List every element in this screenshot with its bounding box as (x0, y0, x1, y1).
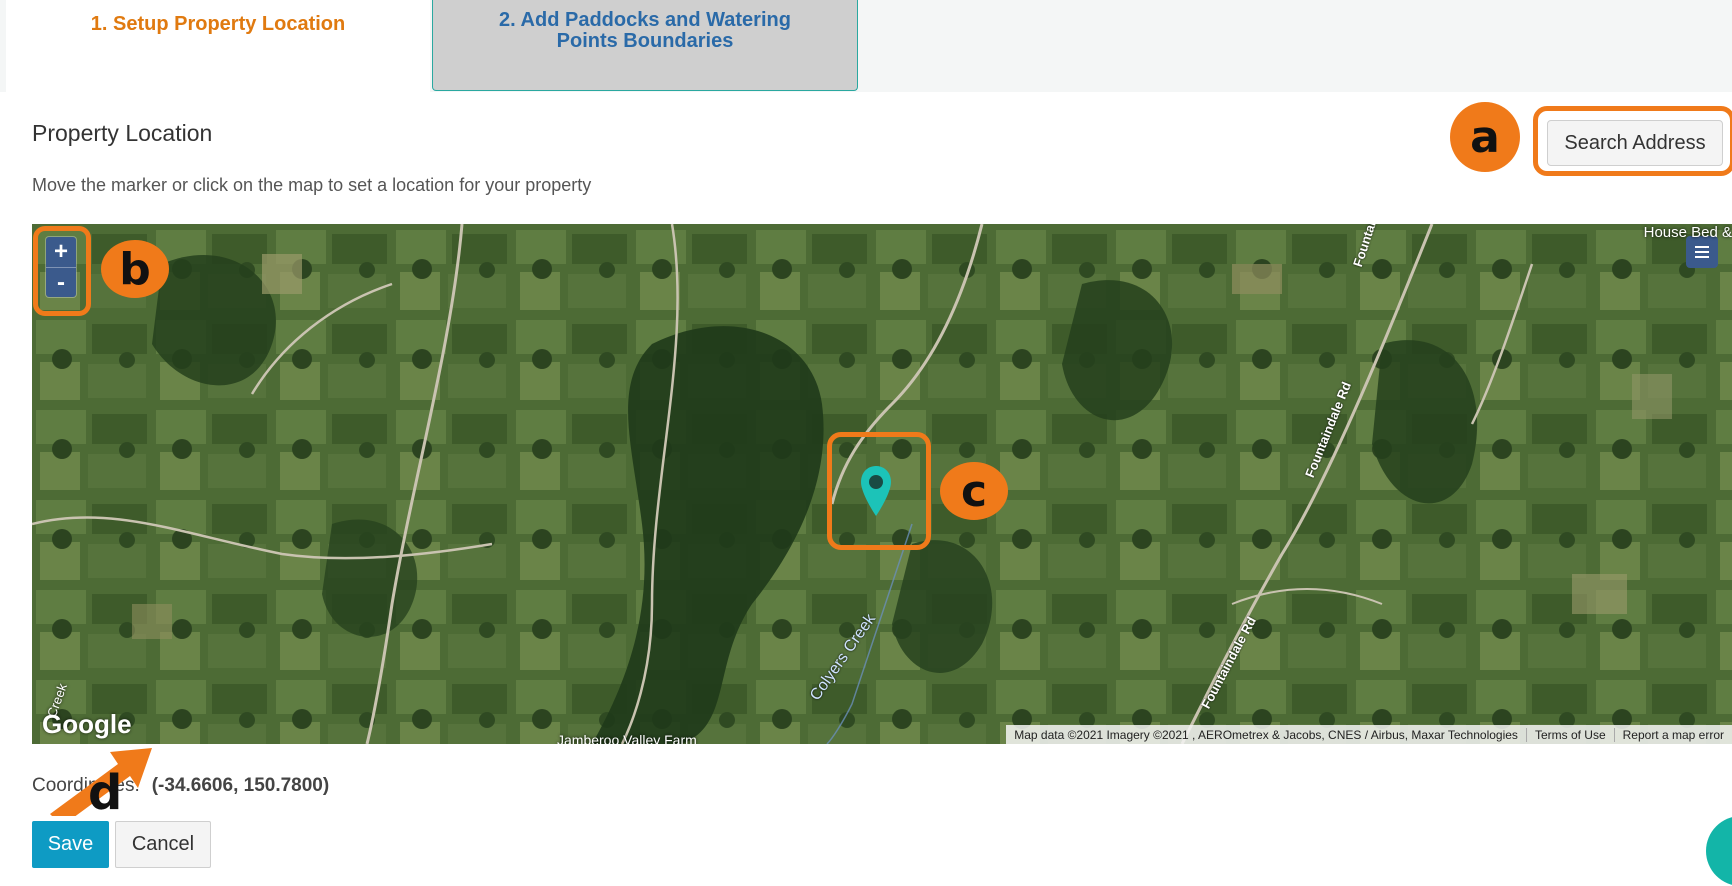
tab-add-paddocks[interactable]: 2. Add Paddocks and Watering Points Boun… (432, 0, 858, 91)
cancel-button[interactable]: Cancel (115, 821, 211, 868)
chat-widget-icon[interactable] (1706, 816, 1732, 886)
page-subtitle: Move the marker or click on the map to s… (32, 175, 592, 195)
save-button[interactable]: Save (32, 821, 109, 868)
tab-bar: 1. Setup Property Location 2. Add Paddoc… (0, 0, 1732, 92)
annotation-highlight-c (827, 432, 931, 550)
annotation-badge-a: a (1450, 102, 1520, 172)
annotation-highlight-b (33, 226, 91, 316)
annotation-badge-d: d (88, 765, 123, 821)
report-map-error-link[interactable]: Report a map error (1613, 727, 1732, 742)
google-logo: Google (42, 709, 132, 739)
tab-add-paddocks-label: 2. Add Paddocks and Watering Points Boun… (499, 9, 791, 52)
annotation-badge-c: c (940, 462, 1008, 520)
search-address-button[interactable]: Search Address (1547, 120, 1723, 166)
map-place-label-bottom: Jamberoo Valley Farm (557, 732, 697, 744)
tab-setup-property-location[interactable]: 1. Setup Property Location (6, 0, 430, 92)
annotation-badge-b: b (101, 240, 169, 298)
map-place-label: House Bed & (1643, 224, 1732, 241)
map-attribution: Map data ©2021 Imagery ©2021 , AEROmetre… (1014, 727, 1518, 742)
coordinates-value: (-34.6606, 150.7800) (151, 775, 330, 796)
map-attribution-bar: Map data ©2021 Imagery ©2021 , AEROmetre… (1006, 725, 1732, 744)
page-title: Property Location (32, 120, 213, 146)
terms-of-use-link[interactable]: Terms of Use (1525, 727, 1614, 742)
